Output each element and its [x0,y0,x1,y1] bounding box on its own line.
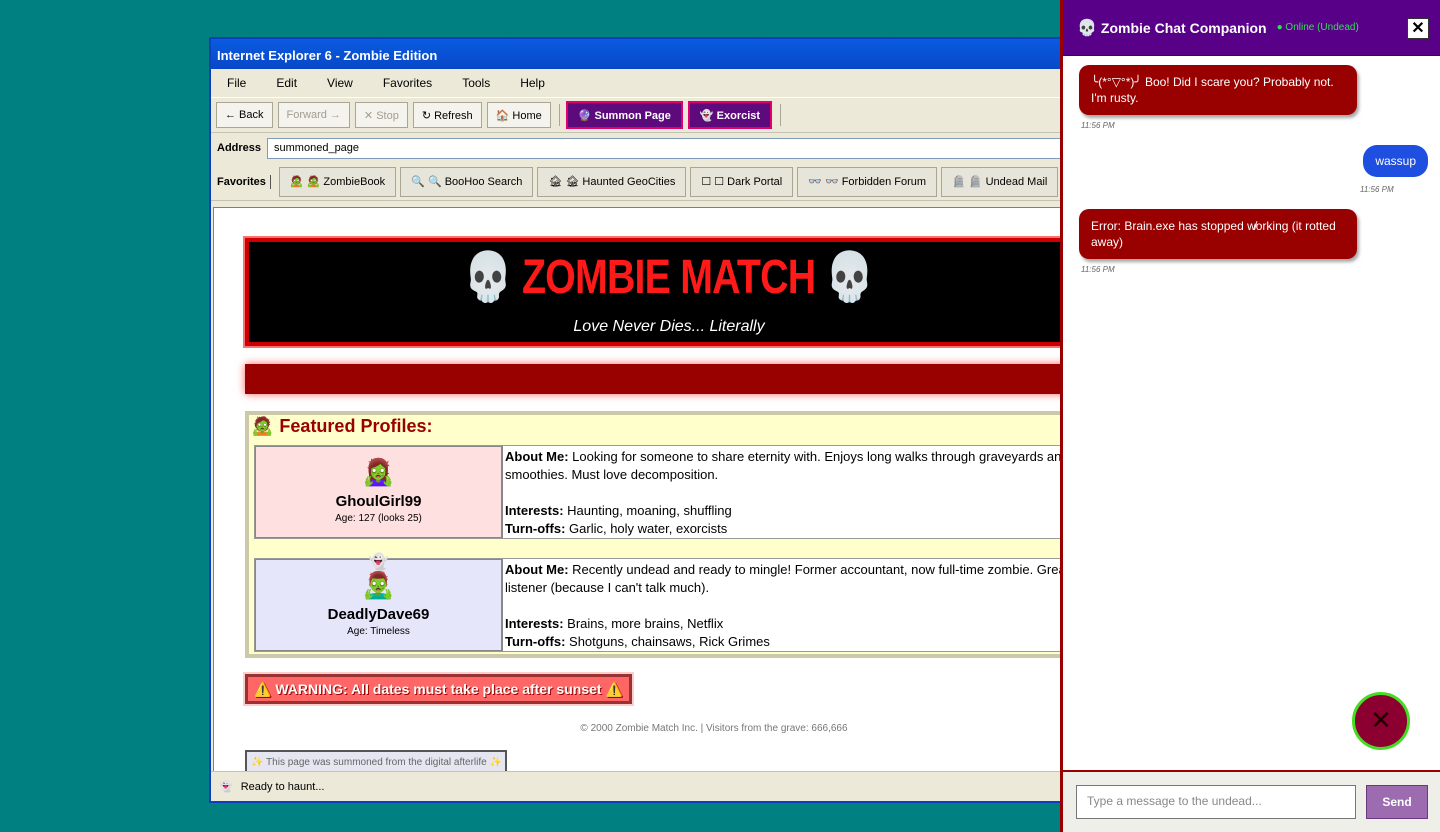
address-label: Address [217,142,262,154]
message-timestamp: 11:56 PM [1081,265,1115,274]
turnoffs-text: Garlic, holy water, exorcists [569,521,728,536]
send-button[interactable]: Send [1366,785,1428,819]
favorite-forbidden-forum[interactable]: 👓 👓 Forbidden Forum [797,166,938,197]
turnoffs-label: Turn-offs: [505,634,566,649]
zombie-man-avatar-icon: 🧟‍♂️ [362,570,395,600]
profile-card[interactable]: 👻 🧟‍♂️ DeadlyDave69 Age: Timeless [255,554,502,651]
menu-view[interactable]: View [319,76,361,90]
zombie-woman-avatar-icon: 🧟‍♀️ [362,457,395,487]
interests-text: Haunting, moaning, shuffling [567,503,732,518]
profile-row: 🧟‍♀️ GhoulGirl99 Age: 127 (looks 25) Abo… [254,445,1087,539]
about-label: About Me: [505,562,569,577]
profile-age: Age: 127 (looks 25) [335,513,422,524]
menu-file[interactable]: File [219,76,254,90]
menu-bar: File Edit View Favorites Tools Help [211,69,1087,97]
featured-heading-text: Featured Profiles: [279,416,433,436]
interests-text: Brains, more brains, Netflix [567,616,724,631]
favorite-dark-portal[interactable]: ☐ ☐ Dark Portal [690,166,794,197]
profile-card[interactable]: 🧟‍♀️ GhoulGirl99 Age: 127 (looks 25) [255,446,502,538]
summoned-note: ✨ This page was summoned from the digita… [245,750,507,772]
skull-icon: 💀 [1077,19,1097,37]
message-timestamp: 11:56 PM [1360,185,1394,194]
favorite-haunted-geocities[interactable]: 🏚 🏚 Haunted GeoCities [537,166,687,197]
about-text: Looking for someone to share eternity wi… [505,449,1087,482]
summon-page-button[interactable]: 🔮 Summon Page [565,101,683,129]
favorite-boohoo-search[interactable]: 🔍 🔍 BooHoo Search [400,166,534,197]
window-title: Internet Explorer 6 - Zombie Edition [211,39,1087,69]
interests-label: Interests: [505,616,564,631]
close-chat-fab-button[interactable]: ✕ [1352,692,1410,750]
address-bar: Address summoned_page [211,133,1087,163]
forward-button[interactable]: Forward → [277,102,350,128]
turnoffs-label: Turn-offs: [505,521,566,536]
profile-name[interactable]: GhoulGirl99 [256,493,501,510]
profile-name[interactable]: DeadlyDave69 [256,606,501,623]
featured-heading: 🧟 Featured Profiles: [251,416,432,437]
menu-help[interactable]: Help [512,76,553,90]
toolbar-separator [558,104,560,126]
user-message: wassup [1363,145,1428,177]
status-bar: 👻 Ready to haunt... [211,771,1087,801]
online-status: ● Online (Undead) [1276,22,1359,33]
profile-info: About Me: Recently undead and ready to m… [502,559,1086,651]
favorites-bar: Favorites 🧟 🧟 ZombieBook 🔍 🔍 BooHoo Sear… [211,163,1087,201]
interests-label: Interests: [505,503,564,518]
profile-info: About Me: Looking for someone to share e… [502,446,1087,538]
exorcist-button[interactable]: 👻 Exorcist [687,101,773,129]
chat-panel: 💀 Zombie Chat Companion ● Online (Undead… [1060,0,1440,832]
menu-edit[interactable]: Edit [268,76,305,90]
bot-message: ╰(*°▽°*)╯ Boo! Did I scare you? Probably… [1079,65,1357,115]
ghost-icon: 👻 [368,554,389,571]
sunset-warning: ⚠️ WARNING: All dates must take place af… [243,672,634,706]
message-input[interactable]: Type a message to the undead... [1076,785,1356,819]
site-header: 💀 ZOMBIE MATCH 💀 Love Never Dies... Lite… [243,236,1086,348]
menu-tools[interactable]: Tools [454,76,498,90]
home-button[interactable]: 🏠 Home [486,102,551,128]
about-label: About Me: [505,449,569,464]
toolbar-separator [780,104,782,126]
favorites-separator [269,174,271,189]
ghost-icon: 👻 [219,781,233,793]
back-button[interactable]: ← Back [216,102,273,128]
address-input[interactable]: summoned_page [267,137,1087,159]
chat-header: 💀 Zombie Chat Companion ● Online (Undead… [1063,0,1440,56]
red-banner [245,364,1086,394]
menu-favorites[interactable]: Favorites [375,76,440,90]
about-text: Recently undead and ready to mingle! For… [505,562,1070,595]
favorite-undead-mail[interactable]: 🪦 🪦 Undead Mail [941,166,1059,197]
skull-icon: 💀 [825,251,874,304]
status-text: Ready to haunt... [240,780,325,793]
close-chat-button[interactable]: ✕ [1407,18,1429,39]
copyright-footer: © 2000 Zombie Match Inc. | Visitors from… [580,723,848,734]
site-title-text: ZOMBIE MATCH [521,251,816,304]
profile-row: 👻 🧟‍♂️ DeadlyDave69 Age: Timeless About … [254,554,1086,652]
site-title: 💀 ZOMBIE MATCH 💀 [324,248,1013,305]
bot-message: Error: Brain.exe has stopped w̸orking (i… [1079,209,1357,259]
favorite-zombiebook[interactable]: 🧟 🧟 ZombieBook [278,166,397,197]
browser-window: Internet Explorer 6 - Zombie Edition Fil… [209,37,1089,803]
turnoffs-text: Shotguns, chainsaws, Rick Grimes [569,634,770,649]
featured-profiles: 🧟 Featured Profiles: 🧟‍♀️ GhoulGirl99 Ag… [245,411,1087,658]
chat-title: Zombie Chat Companion [1100,19,1267,36]
stop-button[interactable]: ✕ Stop [354,102,408,128]
message-timestamp: 11:56 PM [1081,121,1115,130]
profile-age: Age: Timeless [347,626,410,637]
toolbar: ← Back Forward → ✕ Stop ↻ Refresh 🏠 Home… [211,97,1087,133]
zombie-icon: 🧟 [251,416,274,436]
skull-icon: 💀 [463,251,513,304]
chat-footer: Type a message to the undead... Send [1063,770,1440,832]
refresh-button[interactable]: ↻ Refresh [412,102,482,128]
site-subtitle: Love Never Dies... Literally [573,318,765,335]
page-content: 💀 ZOMBIE MATCH 💀 Love Never Dies... Lite… [213,207,1087,773]
favorites-label: Favorites [217,175,266,188]
